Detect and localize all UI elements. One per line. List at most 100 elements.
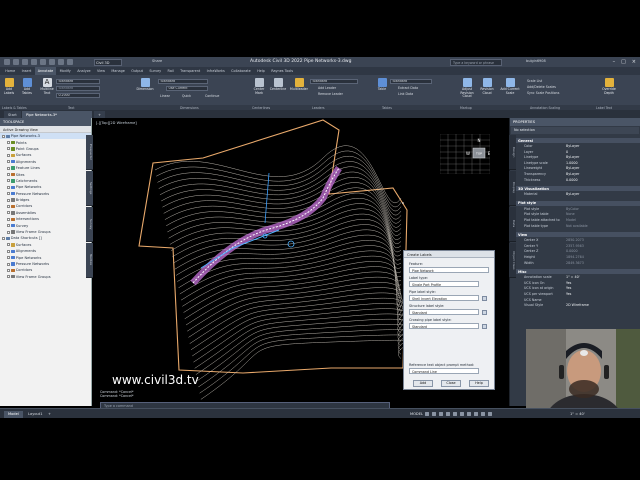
expand-icon[interactable] — [7, 179, 10, 183]
property-row[interactable]: Lineweight ByLayer — [516, 166, 640, 171]
property-row[interactable]: Center X 2850.2073 — [516, 238, 640, 243]
property-row[interactable]: Layer 0 — [516, 150, 640, 155]
property-section[interactable]: View — [516, 232, 640, 238]
tab-analyze[interactable]: Analyze — [74, 67, 94, 75]
property-value[interactable]: 1" = 40' — [566, 275, 640, 280]
expand-icon[interactable] — [7, 153, 10, 157]
share-button[interactable]: Share — [152, 59, 162, 63]
link-data-button[interactable]: Link Data — [398, 92, 413, 96]
reference-method-select[interactable]: Command Line — [409, 368, 479, 374]
side-tab[interactable]: Survey — [86, 207, 93, 242]
tab-infraworks[interactable]: InfraWorks — [203, 67, 228, 75]
expand-icon[interactable] — [7, 217, 10, 221]
save-icon[interactable] — [31, 59, 37, 65]
multileader-button[interactable]: Multileader — [290, 77, 308, 99]
tree-item[interactable]: View Frame Groups — [0, 274, 91, 280]
property-value[interactable]: 0.0000 — [566, 178, 640, 183]
osnap-icon[interactable] — [453, 411, 457, 416]
property-row[interactable]: UCS icon at origin Yes — [516, 286, 640, 291]
start-tab[interactable]: Start — [4, 111, 21, 118]
layout-tab[interactable]: Model — [4, 410, 23, 418]
continue-button[interactable]: Continue — [205, 94, 219, 98]
tab-annotate[interactable]: Annotate — [34, 67, 57, 75]
property-value[interactable]: Yes — [566, 286, 640, 291]
user-account[interactable]: bulgin6908 — [526, 59, 546, 63]
side-tab[interactable]: Settings — [86, 171, 93, 206]
property-value[interactable]: ByLayer — [566, 172, 640, 177]
expand-icon[interactable] — [7, 275, 10, 279]
expand-icon[interactable] — [7, 256, 10, 260]
text-style-secondary[interactable]: Standard — [56, 86, 100, 91]
panel-label[interactable]: Centerlines — [252, 106, 270, 110]
tab-raynes-tools[interactable]: Raynes Tools — [268, 67, 296, 75]
layout-tab[interactable]: + — [44, 411, 55, 418]
property-row[interactable]: Thickness 0.0000 — [516, 178, 640, 183]
tab-output[interactable]: Output — [128, 67, 146, 75]
otrack-icon[interactable] — [460, 411, 464, 416]
expand-icon[interactable] — [7, 141, 10, 145]
expand-icon[interactable] — [7, 198, 10, 202]
plot-icon[interactable] — [49, 59, 55, 65]
property-section[interactable]: Plot style — [516, 200, 640, 206]
app-menu-icon[interactable] — [4, 59, 10, 65]
side-tab[interactable]: Data — [509, 207, 516, 242]
snap-icon[interactable] — [432, 411, 436, 416]
panel-label[interactable]: Markup — [460, 106, 472, 110]
property-value[interactable]: 0 — [566, 150, 640, 155]
ortho-icon[interactable] — [439, 411, 443, 416]
quick-access-toolbar[interactable] — [4, 59, 92, 65]
crossing-label-style-select[interactable]: Standard — [409, 323, 479, 329]
property-section[interactable]: Misc — [516, 269, 640, 275]
structure-style-edit-icon[interactable] — [482, 309, 487, 315]
save-as-icon[interactable] — [40, 59, 46, 65]
panel-label[interactable]: Annotation Scaling — [530, 106, 560, 110]
property-row[interactable]: UCS Name — [516, 298, 640, 303]
property-row[interactable]: Annotation scale 1" = 40' — [516, 275, 640, 280]
expand-icon[interactable] — [7, 160, 10, 164]
text-style-select[interactable]: Standard — [56, 79, 100, 84]
add-current-scale-button[interactable]: Add Current Scale — [498, 77, 522, 99]
property-row[interactable]: Visual Style 2D Wireframe — [516, 303, 640, 308]
extract-data-button[interactable]: Extract Data — [398, 86, 418, 90]
expand-icon[interactable] — [7, 192, 10, 196]
selection-select[interactable]: No selection — [511, 127, 639, 134]
undo-icon[interactable] — [58, 59, 64, 65]
scale-list-button[interactable]: Scale List — [527, 79, 542, 83]
expand-icon[interactable] — [7, 204, 10, 208]
dimension-button[interactable]: Dimension — [137, 77, 153, 99]
text-height-input[interactable]: 0.2000 — [56, 93, 100, 98]
side-tab[interactable]: Prospector — [86, 135, 93, 170]
workspace-select[interactable]: Civil 3D — [94, 58, 122, 66]
expand-icon[interactable] — [7, 243, 10, 247]
tab-collaborate[interactable]: Collaborate — [228, 67, 254, 75]
property-section[interactable]: General — [516, 138, 640, 143]
side-tab[interactable]: Object Class — [509, 243, 516, 278]
property-value[interactable]: Model — [566, 218, 640, 223]
minimize-icon[interactable]: – — [613, 59, 616, 65]
property-value[interactable]: 1.0000 — [566, 161, 640, 166]
property-section[interactable]: 3D Visualization — [516, 186, 640, 192]
expand-icon[interactable] — [2, 134, 5, 138]
property-row[interactable]: Height 1894.2764 — [516, 255, 640, 260]
annotation-scale[interactable]: 1" = 40' — [570, 412, 585, 416]
panel-label[interactable]: Tables — [382, 106, 392, 110]
linear-button[interactable]: Linear — [160, 94, 170, 98]
multileader-style-select[interactable]: Standard — [310, 79, 358, 84]
expand-icon[interactable] — [7, 185, 10, 189]
property-value[interactable]: ByLayer — [566, 155, 640, 160]
property-row[interactable]: Linetype scale 1.0000 — [516, 161, 640, 166]
property-row[interactable]: Transparency ByLayer — [516, 172, 640, 177]
center-mark-button[interactable]: Center Mark — [252, 77, 266, 99]
add-labels-button[interactable]: Add Labels — [2, 77, 16, 99]
property-value[interactable]: 0.0000 — [566, 249, 640, 254]
multiline-text-button[interactable]: A Multiline Text — [40, 77, 54, 99]
adjust-revision-cloud-button[interactable]: Adjust Revision Cloud — [456, 77, 478, 99]
label-type-select[interactable]: Single Part Profile — [409, 281, 479, 287]
property-row[interactable]: Center Z 0.0000 — [516, 249, 640, 254]
toolspace-view-select[interactable]: Active Drawing View — [0, 126, 91, 133]
annotation-visibility-icon[interactable] — [488, 411, 492, 416]
model-space-toggle[interactable]: MODEL — [410, 412, 423, 416]
side-tab[interactable]: Display — [509, 171, 516, 206]
property-row[interactable]: Color ByLayer — [516, 144, 640, 149]
override-depth-button[interactable]: Override Depth — [598, 77, 620, 99]
